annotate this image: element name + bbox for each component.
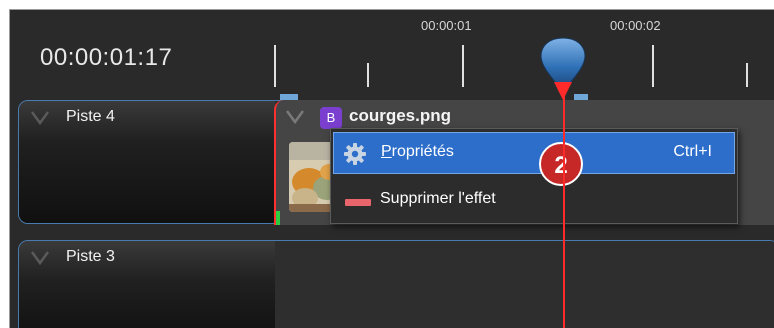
ruler-tick — [652, 45, 654, 87]
track-header[interactable]: Piste 3 — [19, 241, 275, 328]
menu-item-remove-effect[interactable]: Supprimer l'effet — [333, 180, 735, 220]
step-number-badge: 2 — [539, 142, 583, 186]
track-content-area[interactable] — [275, 241, 774, 328]
chevron-down-icon[interactable] — [286, 110, 304, 124]
context-menu: Propriétés Ctrl+I Supprimer l'effet — [330, 128, 738, 224]
menu-item-properties[interactable]: Propriétés Ctrl+I — [333, 132, 735, 174]
ruler-tick — [274, 45, 276, 87]
ruler-label-2: 00:00:02 — [610, 18, 661, 33]
menu-item-shortcut: Ctrl+I — [673, 143, 712, 160]
menu-label-rest: ropriétés — [391, 143, 454, 160]
chevron-down-icon[interactable] — [31, 111, 49, 125]
menu-mnemonic: P — [381, 143, 392, 160]
menu-item-label: Supprimer l'effet — [380, 190, 496, 207]
ruler-label-1: 00:00:01 — [421, 18, 472, 33]
ruler-tick — [746, 63, 748, 87]
track-name: Piste 4 — [66, 108, 115, 125]
clip-edge-marker — [276, 211, 280, 225]
clip-name: courges.png — [349, 106, 452, 125]
current-timecode: 00:00:01:17 — [40, 44, 173, 71]
track-name: Piste 3 — [66, 248, 115, 265]
chevron-down-icon[interactable] — [31, 251, 49, 265]
timeline-ruler[interactable]: 00:00:01 00:00:02 — [274, 10, 774, 102]
screenshot-frame: 00:00:01:17 00:00:01 00:00:02 Piste 4 Pi… — [0, 0, 774, 328]
effect-badge[interactable]: B — [320, 107, 342, 129]
gear-icon — [344, 143, 366, 165]
timeline-editor: 00:00:01:17 00:00:01 00:00:02 Piste 4 Pi… — [9, 9, 774, 328]
ruler-tick — [462, 45, 464, 87]
track-header[interactable]: Piste 4 — [19, 101, 275, 223]
menu-item-label: Propriétés — [381, 143, 454, 161]
track-piste-3[interactable]: Piste 3 — [18, 240, 774, 328]
remove-effect-icon — [345, 199, 371, 206]
ruler-tick — [367, 63, 369, 87]
playhead-line[interactable] — [563, 90, 565, 328]
